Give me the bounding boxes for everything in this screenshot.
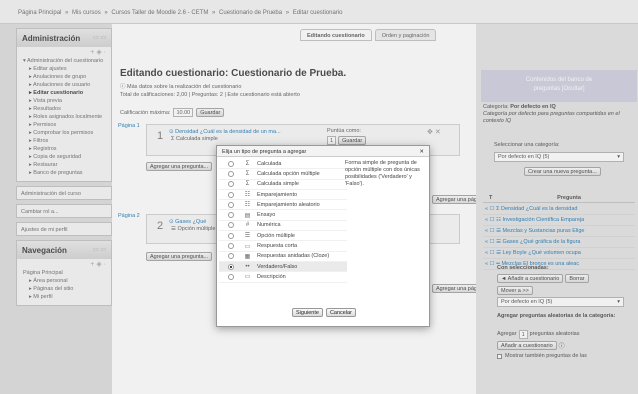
question-type-option[interactable]: ▭ Respuesta corta (219, 241, 347, 252)
question-type-radio[interactable] (228, 170, 234, 177)
dialog-title: Elija un tipo de pregunta a agregar (222, 149, 307, 155)
question-type-option[interactable]: ▤ Ensayo (219, 210, 347, 221)
question-type-option[interactable]: ☷ Emparejamiento aleatorio (219, 200, 347, 211)
question-type-radio[interactable] (228, 212, 234, 219)
question-type-radio[interactable] (228, 263, 234, 270)
question-type-description: Forma simple de pregunta de opción múlti… (345, 160, 420, 187)
calc-icon: Σ (245, 160, 250, 167)
random-match-icon: ☷ (244, 202, 251, 209)
question-type-option[interactable]: Σ Calculada (219, 159, 347, 170)
multichoice-icon: ☰ (244, 233, 251, 240)
question-type-option[interactable]: •• Verdadero/Falso (219, 261, 347, 273)
question-type-option[interactable]: ▦ Respuestas anidadas (Cloze) (219, 252, 347, 262)
question-type-option[interactable]: ☷ Emparejamiento (219, 190, 347, 201)
essay-icon: ▤ (244, 212, 251, 219)
shortanswer-icon: ▭ (244, 243, 251, 250)
question-type-radio[interactable] (228, 232, 234, 239)
question-type-radio[interactable] (228, 181, 234, 188)
cancel-button[interactable]: Cancelar (325, 308, 356, 317)
question-type-radio[interactable] (228, 191, 234, 198)
question-type-option[interactable]: Σ Calculada simple (219, 180, 347, 190)
close-icon[interactable]: ✕ (419, 149, 424, 156)
question-type-radio[interactable] (228, 222, 234, 229)
calc-multi-icon: Σ (245, 170, 250, 177)
match-icon: ☷ (244, 192, 251, 199)
numeric-icon: # (245, 222, 250, 229)
question-type-radio[interactable] (228, 253, 234, 260)
question-type-radio[interactable] (228, 160, 234, 167)
question-type-option[interactable]: Σ Calculada opción múltiple (219, 169, 347, 180)
description-icon: ▭ (244, 274, 251, 281)
question-type-list: Σ Calculada Σ Calculada opción múltiple Σ Cal… (219, 159, 347, 302)
question-type-option[interactable]: ▭ Descripción (219, 272, 347, 283)
calc-simple-icon: Σ (245, 181, 250, 188)
question-type-option[interactable]: # Numérica (219, 221, 347, 232)
question-type-dialog: Elija un tipo de pregunta a agregar ✕ ΣC… (216, 145, 430, 327)
question-type-radio[interactable] (228, 243, 234, 250)
question-type-radio[interactable] (228, 201, 234, 208)
cloze-icon: ▦ (244, 253, 251, 260)
dialog-buttons: Siguiente Cancelar (292, 308, 356, 317)
question-type-radio[interactable] (228, 273, 234, 280)
truefalse-icon: •• (245, 263, 250, 270)
next-button[interactable]: Siguiente (292, 308, 323, 317)
question-type-option[interactable]: ☰ Opción múltiple (219, 231, 347, 242)
